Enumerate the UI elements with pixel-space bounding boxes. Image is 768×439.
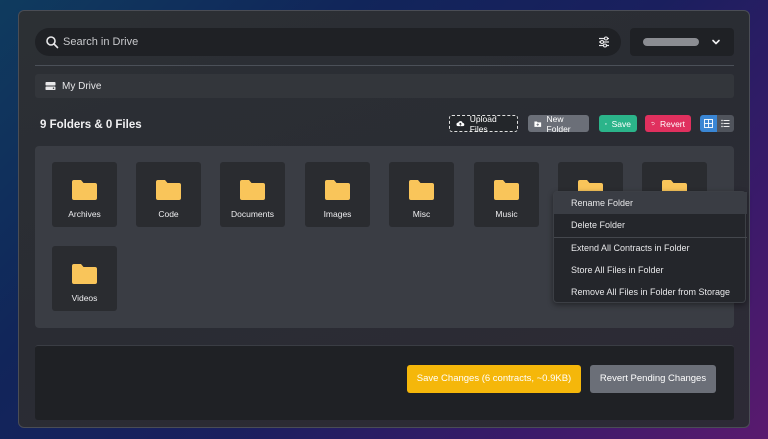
search-icon bbox=[46, 36, 59, 49]
new-folder-button[interactable]: New Folder bbox=[528, 113, 589, 134]
grid-view-toggle[interactable] bbox=[700, 115, 717, 132]
menu-item-remove-files[interactable]: Remove All Files in Folder from Storage bbox=[554, 281, 747, 303]
folder-icon bbox=[409, 180, 434, 200]
account-name-placeholder bbox=[643, 38, 699, 46]
folder-context-menu: Rename Folder Delete Folder Extend All C… bbox=[553, 191, 747, 303]
folder-tile[interactable]: Music bbox=[474, 162, 539, 227]
folder-name: Images bbox=[323, 209, 352, 219]
grid-icon bbox=[704, 119, 713, 128]
revert-pending-changes-button[interactable]: Revert Pending Changes bbox=[590, 365, 716, 393]
upload-files-button[interactable]: Upload Files bbox=[449, 113, 518, 134]
folder-tile[interactable]: Documents bbox=[220, 162, 285, 227]
folder-name: Videos bbox=[71, 293, 98, 303]
folder-name: Documents bbox=[231, 209, 274, 219]
menu-item-store-files[interactable]: Store All Files in Folder bbox=[554, 259, 747, 281]
revert-button[interactable]: Revert bbox=[645, 115, 691, 132]
menu-item-extend-contracts[interactable]: Extend All Contracts in Folder bbox=[554, 237, 747, 259]
upload-files-label: Upload Files bbox=[469, 113, 497, 134]
folder-icon bbox=[325, 180, 350, 200]
menu-item-delete-folder[interactable]: Delete Folder bbox=[554, 214, 747, 236]
account-dropdown[interactable] bbox=[630, 28, 734, 56]
save-button[interactable]: Save bbox=[599, 115, 637, 132]
folder-tile[interactable]: Misc bbox=[389, 162, 454, 227]
folder-tile[interactable]: Archives bbox=[52, 162, 117, 227]
list-icon bbox=[721, 119, 730, 128]
drive-window: My Drive 9 Folders & 0 Files Upload File… bbox=[18, 10, 750, 428]
folder-icon bbox=[156, 180, 181, 200]
chevron-down-icon bbox=[712, 39, 720, 45]
list-view-toggle[interactable] bbox=[717, 115, 734, 132]
cloud-upload-icon bbox=[456, 121, 465, 127]
new-folder-label: New Folder bbox=[546, 113, 571, 134]
breadcrumb[interactable]: My Drive bbox=[35, 74, 734, 98]
filter-sliders-icon[interactable] bbox=[597, 35, 611, 49]
folder-summary-heading: 9 Folders & 0 Files bbox=[40, 119, 142, 131]
folder-name: Archives bbox=[68, 209, 101, 219]
folder-icon bbox=[494, 180, 519, 200]
save-label: Save bbox=[611, 118, 631, 129]
folder-name: Music bbox=[495, 209, 518, 219]
header-divider bbox=[35, 65, 734, 66]
folder-icon bbox=[240, 180, 265, 200]
folder-name: Misc bbox=[412, 209, 431, 219]
breadcrumb-my-drive[interactable]: My Drive bbox=[62, 81, 101, 92]
folder-tile[interactable]: Videos bbox=[52, 246, 117, 311]
revert-label: Revert bbox=[659, 118, 685, 129]
floppy-disk-icon bbox=[605, 122, 607, 125]
drive-icon bbox=[45, 82, 56, 90]
search-input[interactable] bbox=[63, 28, 583, 56]
folder-icon bbox=[72, 264, 97, 284]
undo-icon bbox=[651, 121, 655, 126]
save-changes-button[interactable]: Save Changes (6 contracts, ~0.9KB) bbox=[407, 365, 581, 393]
pending-changes-footer: Save Changes (6 contracts, ~0.9KB) Rever… bbox=[35, 345, 734, 420]
folder-plus-icon bbox=[534, 120, 542, 127]
search-bar[interactable] bbox=[35, 28, 621, 56]
folder-icon bbox=[72, 180, 97, 200]
folder-tile[interactable]: Code bbox=[136, 162, 201, 227]
menu-item-rename-folder[interactable]: Rename Folder bbox=[554, 192, 747, 214]
folder-name: Code bbox=[158, 209, 179, 219]
folder-tile[interactable]: Images bbox=[305, 162, 370, 227]
